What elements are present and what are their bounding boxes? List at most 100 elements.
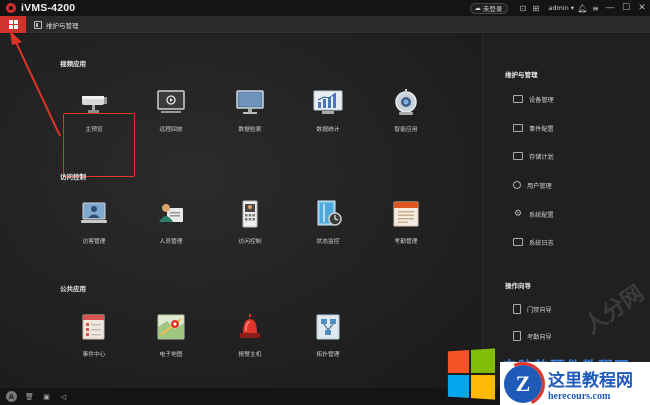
storage-icon xyxy=(513,152,523,160)
app-label: 事件中心 xyxy=(82,352,106,358)
event-config-icon xyxy=(513,124,523,132)
app-label: 访客管理 xyxy=(82,239,106,245)
link-label: 事件配置 xyxy=(529,125,554,133)
section-title-video: 视频应用 xyxy=(60,60,86,68)
home-button[interactable] xyxy=(0,16,26,33)
grid-view-icon[interactable]: ⊞ xyxy=(529,0,542,16)
notification-icon[interactable]: 🔔︎ xyxy=(576,0,589,16)
app-remote-playback[interactable]: 远程回放 xyxy=(141,88,201,133)
windows-logo-icon xyxy=(447,348,496,400)
titlebar-controls: ☁ 未登录 ⊡ ⊞ admin ▾ 🔔︎ ≡ — ☐ ✕ xyxy=(470,0,650,16)
link-label: 系统配置 xyxy=(529,211,554,219)
link-label: 系统日志 xyxy=(529,239,554,247)
user-name: admin xyxy=(548,4,569,12)
app-status-monitor[interactable]: 状态监控 xyxy=(298,200,358,245)
lock-icon[interactable]: ⊡ xyxy=(516,0,529,16)
log-icon xyxy=(513,238,523,246)
app-label: 考勤管理 xyxy=(394,239,418,245)
robot-icon xyxy=(390,88,422,116)
brand-logo-icon: Z xyxy=(504,364,542,403)
attendance-guide-icon xyxy=(513,331,521,341)
app-visitor-management[interactable]: 访客管理 xyxy=(64,200,124,245)
app-attendance-management[interactable]: 考勤管理 xyxy=(376,200,436,245)
alarm-siren-icon xyxy=(234,313,266,341)
panel-title-maintenance: 维护与管理 xyxy=(505,71,538,79)
app-label: 智能应用 xyxy=(394,127,418,133)
tab-maintenance-label: 维护与管理 xyxy=(46,21,79,30)
link-user-management[interactable]: 用户管理 xyxy=(513,179,552,191)
link-device-management[interactable]: 设备管理 xyxy=(513,93,554,105)
app-person-management[interactable]: 人员管理 xyxy=(141,200,201,245)
app-label: 电子地图 xyxy=(159,352,183,358)
event-list-icon xyxy=(78,313,110,341)
panel-title-guide: 操作向导 xyxy=(505,282,531,290)
app-smart-application[interactable]: 智能应用 xyxy=(376,88,436,133)
app-label: 报警主机 xyxy=(238,352,262,358)
link-label: 考勤向导 xyxy=(527,333,552,341)
app-label: 远程回放 xyxy=(159,127,183,133)
link-label: 设备管理 xyxy=(529,96,554,104)
chevron-down-icon: ▾ xyxy=(570,4,574,12)
account-icon[interactable]: A xyxy=(6,391,17,402)
title-bar: iVMS-4200 ☁ 未登录 ⊡ ⊞ admin ▾ 🔔︎ ≡ — ☐ ✕ xyxy=(0,0,650,16)
brand-name: 这里教程网 xyxy=(548,370,633,391)
section-title-public: 公共应用 xyxy=(60,285,86,293)
app-statistics[interactable]: 数据统计 xyxy=(298,88,358,133)
monitor-search-icon xyxy=(234,88,266,116)
login-status-button[interactable]: ☁ 未登录 xyxy=(470,2,509,14)
door-monitor-icon xyxy=(312,200,344,228)
tab-maintenance[interactable]: 维护与管理 xyxy=(34,16,79,33)
calendar-icon xyxy=(390,200,422,228)
app-event-center[interactable]: 事件中心 xyxy=(64,313,124,358)
door-guide-icon xyxy=(513,304,521,314)
maintenance-tab-icon xyxy=(34,20,42,29)
link-label: 用户管理 xyxy=(527,182,552,190)
app-access-control[interactable]: 访问控制 xyxy=(220,200,280,245)
speaker-icon[interactable]: ◁ xyxy=(59,392,68,401)
app-title: iVMS-4200 xyxy=(21,2,76,14)
section-title-access: 访问控制 xyxy=(60,173,86,181)
brand-watermark: Z 这里教程网 herecours.com xyxy=(500,362,650,405)
door-panel-icon xyxy=(234,200,266,228)
visitor-icon xyxy=(78,200,110,228)
app-label: 数据统计 xyxy=(316,127,340,133)
app-label: 访问控制 xyxy=(238,239,262,245)
cloud-icon: ☁ xyxy=(474,4,481,12)
user-menu[interactable]: admin ▾ xyxy=(548,4,574,12)
link-event-config[interactable]: 事件配置 xyxy=(513,122,554,134)
link-label: 门禁向导 xyxy=(527,306,552,314)
right-panel: 维护与管理 设备管理 事件配置 存储计划 用户管理 ⚙ 系统配置 系统日志 操作… xyxy=(482,34,650,388)
app-data-search[interactable]: 数据检索 xyxy=(220,88,280,133)
link-storage-plan[interactable]: 存储计划 xyxy=(513,150,554,162)
link-door-guide[interactable]: 门禁向导 xyxy=(513,303,552,315)
highlight-box xyxy=(63,113,135,177)
statistics-icon xyxy=(312,88,344,116)
map-icon xyxy=(155,313,187,341)
app-label: 数据检索 xyxy=(238,127,262,133)
brand-url: herecours.com xyxy=(548,390,611,402)
app-label: 人员管理 xyxy=(159,239,183,245)
app-label: 拓扑管理 xyxy=(316,352,340,358)
app-launcher: 视频应用 主预览 远程回放 数据检索 数据统计 智能应用 访问控制 访客管理 人… xyxy=(0,34,480,388)
app-topology-management[interactable]: 拓扑管理 xyxy=(298,313,358,358)
link-system-config[interactable]: ⚙ 系统配置 xyxy=(513,208,554,220)
close-button[interactable]: ✕ xyxy=(634,0,650,16)
trash-icon[interactable]: 🗑︎ xyxy=(25,392,34,401)
login-status-label: 未登录 xyxy=(482,5,503,13)
app-e-map[interactable]: 电子地图 xyxy=(141,313,201,358)
link-system-log[interactable]: 系统日志 xyxy=(513,236,554,248)
minimize-button[interactable]: — xyxy=(602,0,618,16)
app-logo-icon xyxy=(6,3,16,13)
person-card-icon xyxy=(155,200,187,228)
app-label: 状态监控 xyxy=(316,239,340,245)
window-icon[interactable]: ▣ xyxy=(42,392,51,401)
menu-icon[interactable]: ≡ xyxy=(589,0,602,16)
link-label: 存储计划 xyxy=(529,153,554,161)
gear-icon: ⚙ xyxy=(513,209,523,219)
camera-icon xyxy=(78,88,110,116)
device-icon xyxy=(513,95,523,103)
link-attendance-guide[interactable]: 考勤向导 xyxy=(513,330,552,342)
user-icon xyxy=(513,181,521,189)
app-alarm-host[interactable]: 报警主机 xyxy=(220,313,280,358)
maximize-button[interactable]: ☐ xyxy=(618,0,634,16)
